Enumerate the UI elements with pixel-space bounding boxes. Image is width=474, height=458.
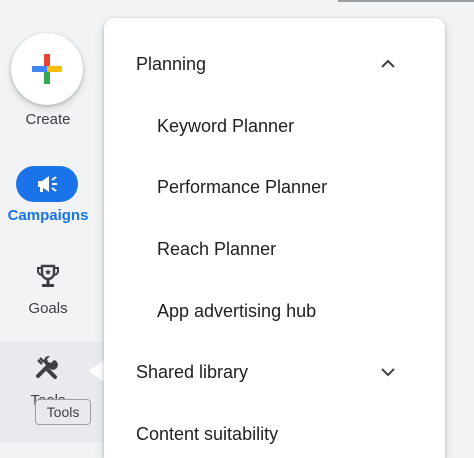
tools-menu-panel: Planning Keyword Planner Performance Pla…	[104, 18, 445, 458]
content-suitability-item[interactable]: Content suitability	[104, 414, 445, 454]
content-suitability-label: Content suitability	[136, 423, 279, 444]
tools-icon-wrap	[34, 354, 62, 382]
planning-section-header[interactable]: Planning	[104, 44, 445, 84]
trophy-icon	[37, 264, 59, 287]
wrench-icon	[36, 355, 58, 379]
shared-library-section-header[interactable]: Shared library	[104, 352, 445, 392]
shared-library-label: Shared library	[136, 361, 249, 382]
planning-label: Planning	[136, 53, 207, 74]
goals-nav-button[interactable]	[33, 261, 63, 291]
campaigns-label[interactable]: Campaigns	[0, 207, 96, 224]
panel-pointer	[89, 359, 105, 383]
menu-item-keyword-planner[interactable]: Keyword Planner	[104, 106, 445, 146]
window-edge-line	[338, 0, 474, 2]
campaigns-nav-button[interactable]	[16, 166, 78, 202]
chevron-up-icon[interactable]	[376, 52, 400, 76]
menu-item-label: App advertising hub	[157, 300, 317, 321]
google-plus-icon	[32, 54, 62, 84]
create-label: Create	[25, 111, 71, 128]
tools-tooltip: Tools	[35, 399, 91, 425]
menu-item-performance-planner[interactable]: Performance Planner	[104, 167, 445, 207]
chevron-down-icon[interactable]	[376, 360, 400, 384]
create-button[interactable]	[11, 33, 83, 105]
menu-item-label: Reach Planner	[157, 238, 277, 259]
menu-item-app-advertising-hub[interactable]: App advertising hub	[104, 291, 445, 331]
nav-rail: Create Campaigns Goals Tools Tool	[0, 0, 104, 451]
menu-item-label: Keyword Planner	[157, 115, 295, 136]
goals-label[interactable]: Goals	[0, 300, 96, 317]
menu-item-reach-planner[interactable]: Reach Planner	[104, 229, 445, 269]
megaphone-icon	[38, 176, 57, 192]
menu-item-label: Performance Planner	[157, 176, 328, 197]
